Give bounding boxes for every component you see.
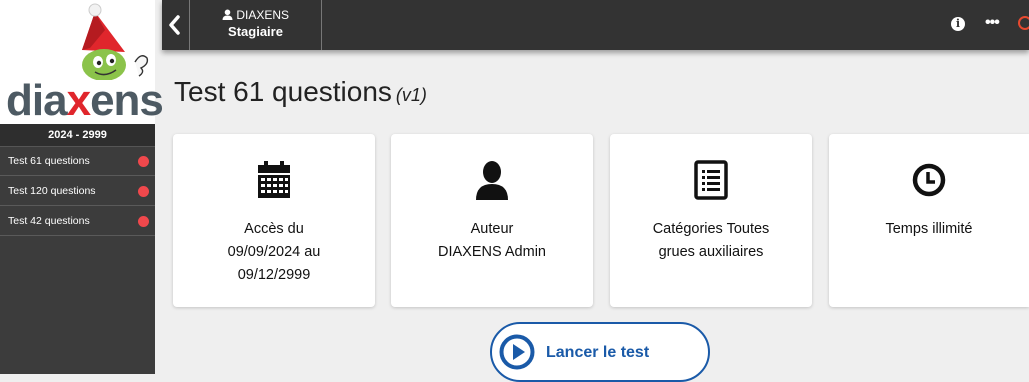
play-icon — [499, 334, 535, 370]
back-button[interactable] — [162, 10, 188, 44]
list-icon — [694, 160, 728, 200]
version-label: (v1) — [395, 85, 427, 105]
user-icon — [476, 161, 508, 200]
sidebar: diaxens 2024 - 2999 Test 61 questions Te… — [0, 0, 164, 374]
user-role: Stagiaire — [228, 24, 283, 39]
mascot-icon — [82, 3, 149, 80]
sidebar-item-label: Test 61 questions — [8, 155, 90, 167]
chevron-left-icon — [169, 15, 180, 35]
card-line: grues auxiliaires — [658, 244, 764, 260]
info-icon[interactable]: i — [951, 17, 965, 31]
card-line: DIAXENS Admin — [438, 244, 546, 260]
power-icon[interactable] — [1018, 16, 1029, 30]
page-title: Test 61 questions (v1) — [174, 76, 427, 107]
card-line: 09/12/2999 — [237, 267, 311, 283]
card-line: Accès du — [244, 221, 304, 237]
launch-test-button[interactable]: Lancer le test — [490, 322, 710, 382]
user-menu[interactable]: DIAXENS Stagiaire — [189, 0, 322, 50]
author-card: Auteur DIAXENS Admin — [391, 134, 593, 307]
more-icon[interactable]: ••• — [985, 14, 1000, 32]
sidebar-item-label: Test 120 questions — [8, 185, 96, 197]
sidebar-item-label: Test 42 questions — [8, 215, 90, 227]
card-line: Temps illimité — [885, 221, 973, 237]
card-line: Catégories Toutes — [652, 221, 770, 237]
period-label: 2024 - 2999 — [0, 124, 155, 147]
top-bar: DIAXENS Stagiaire i ••• — [162, 0, 1029, 50]
user-icon — [222, 9, 233, 20]
card-line: Auteur — [470, 221, 514, 237]
brand-logo-text: diaxens — [6, 76, 164, 125]
logo: diaxens — [0, 0, 164, 125]
user-name: DIAXENS — [236, 8, 290, 22]
sidebar-item-test-42[interactable]: Test 42 questions — [0, 207, 155, 236]
clock-icon — [912, 163, 946, 197]
calendar-icon — [258, 161, 290, 198]
sidebar-item-test-120[interactable]: Test 120 questions — [0, 177, 155, 206]
launch-test-label: Lancer le test — [546, 344, 650, 361]
categories-card: Catégories Toutes grues auxiliaires — [610, 134, 812, 307]
sidebar-item-test-61[interactable]: Test 61 questions — [0, 147, 155, 176]
duration-card: Temps illimité — [829, 134, 1029, 307]
status-dot-icon — [138, 186, 149, 197]
status-dot-icon — [138, 216, 149, 227]
status-dot-icon — [138, 156, 149, 167]
card-line: 09/09/2024 au — [227, 244, 321, 260]
access-period-card: Accès du 09/09/2024 au 09/12/2999 — [173, 134, 375, 307]
